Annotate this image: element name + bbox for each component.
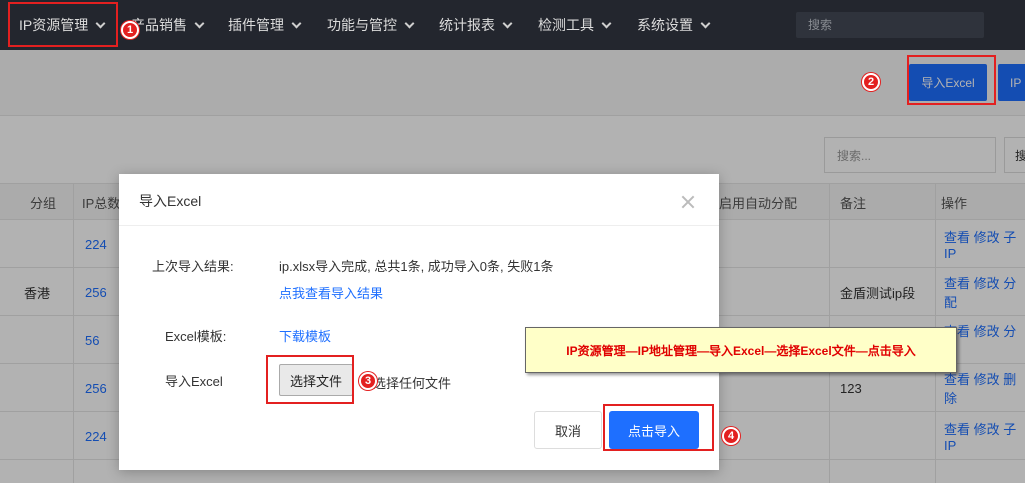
chevron-down-icon (700, 18, 711, 28)
step-badge-4: 4 (722, 427, 740, 445)
nav-item-reports[interactable]: 统计报表 (439, 0, 513, 50)
nav-item-label: 统计报表 (439, 17, 495, 33)
top-nav: IP资源管理 产品销售 插件管理 功能与管控 统计报表 检测工具 系统设置 (0, 0, 1025, 50)
import-file-label: 导入Excel (165, 374, 223, 389)
last-result-value: ip.xlsx导入完成, 总共1条, 成功导入0条, 失败1条 (279, 259, 554, 274)
last-result-label: 上次导入结果: (152, 259, 234, 274)
nav-item-settings[interactable]: 系统设置 (637, 0, 711, 50)
chevron-down-icon (291, 18, 302, 28)
annotation-highlight-1 (8, 2, 118, 47)
nav-item-label: 产品销售 (131, 17, 187, 33)
download-template-link[interactable]: 下载模板 (279, 326, 331, 345)
instruction-callout: IP资源管理—IP地址管理—导入Excel—选择Excel文件—点击导入 (525, 327, 957, 373)
nav-item-product-sales[interactable]: 产品销售 (131, 0, 205, 50)
chevron-down-icon (404, 18, 415, 28)
annotation-highlight-2 (907, 55, 996, 105)
dialog-header: 导入Excel (119, 174, 719, 226)
annotation-highlight-4 (603, 404, 714, 451)
step-badge-1: 1 (121, 21, 139, 39)
nav-item-label: 系统设置 (637, 17, 693, 33)
nav-item-tools[interactable]: 检测工具 (538, 0, 612, 50)
callout-text: IP资源管理—IP地址管理—导入Excel—选择Excel文件—点击导入 (566, 343, 916, 358)
cancel-button[interactable]: 取消 (534, 411, 602, 449)
dialog-title: 导入Excel (139, 193, 202, 209)
view-result-link[interactable]: 点我查看导入结果 (279, 283, 383, 302)
step-badge-2: 2 (862, 73, 880, 91)
nav-item-label: 功能与管控 (327, 17, 397, 33)
chevron-down-icon (601, 18, 612, 28)
nav-item-functions[interactable]: 功能与管控 (327, 0, 415, 50)
cancel-label: 取消 (554, 423, 581, 439)
nav-item-plugins[interactable]: 插件管理 (228, 0, 302, 50)
close-icon[interactable] (681, 195, 695, 209)
step-badge-3: 3 (359, 372, 377, 390)
nav-search-input[interactable] (796, 12, 984, 38)
template-label: Excel模板: (165, 329, 227, 344)
nav-item-label: 检测工具 (538, 17, 594, 33)
chevron-down-icon (502, 18, 513, 28)
annotation-highlight-3 (266, 355, 354, 404)
chevron-down-icon (194, 18, 205, 28)
nav-item-label: 插件管理 (228, 17, 284, 33)
